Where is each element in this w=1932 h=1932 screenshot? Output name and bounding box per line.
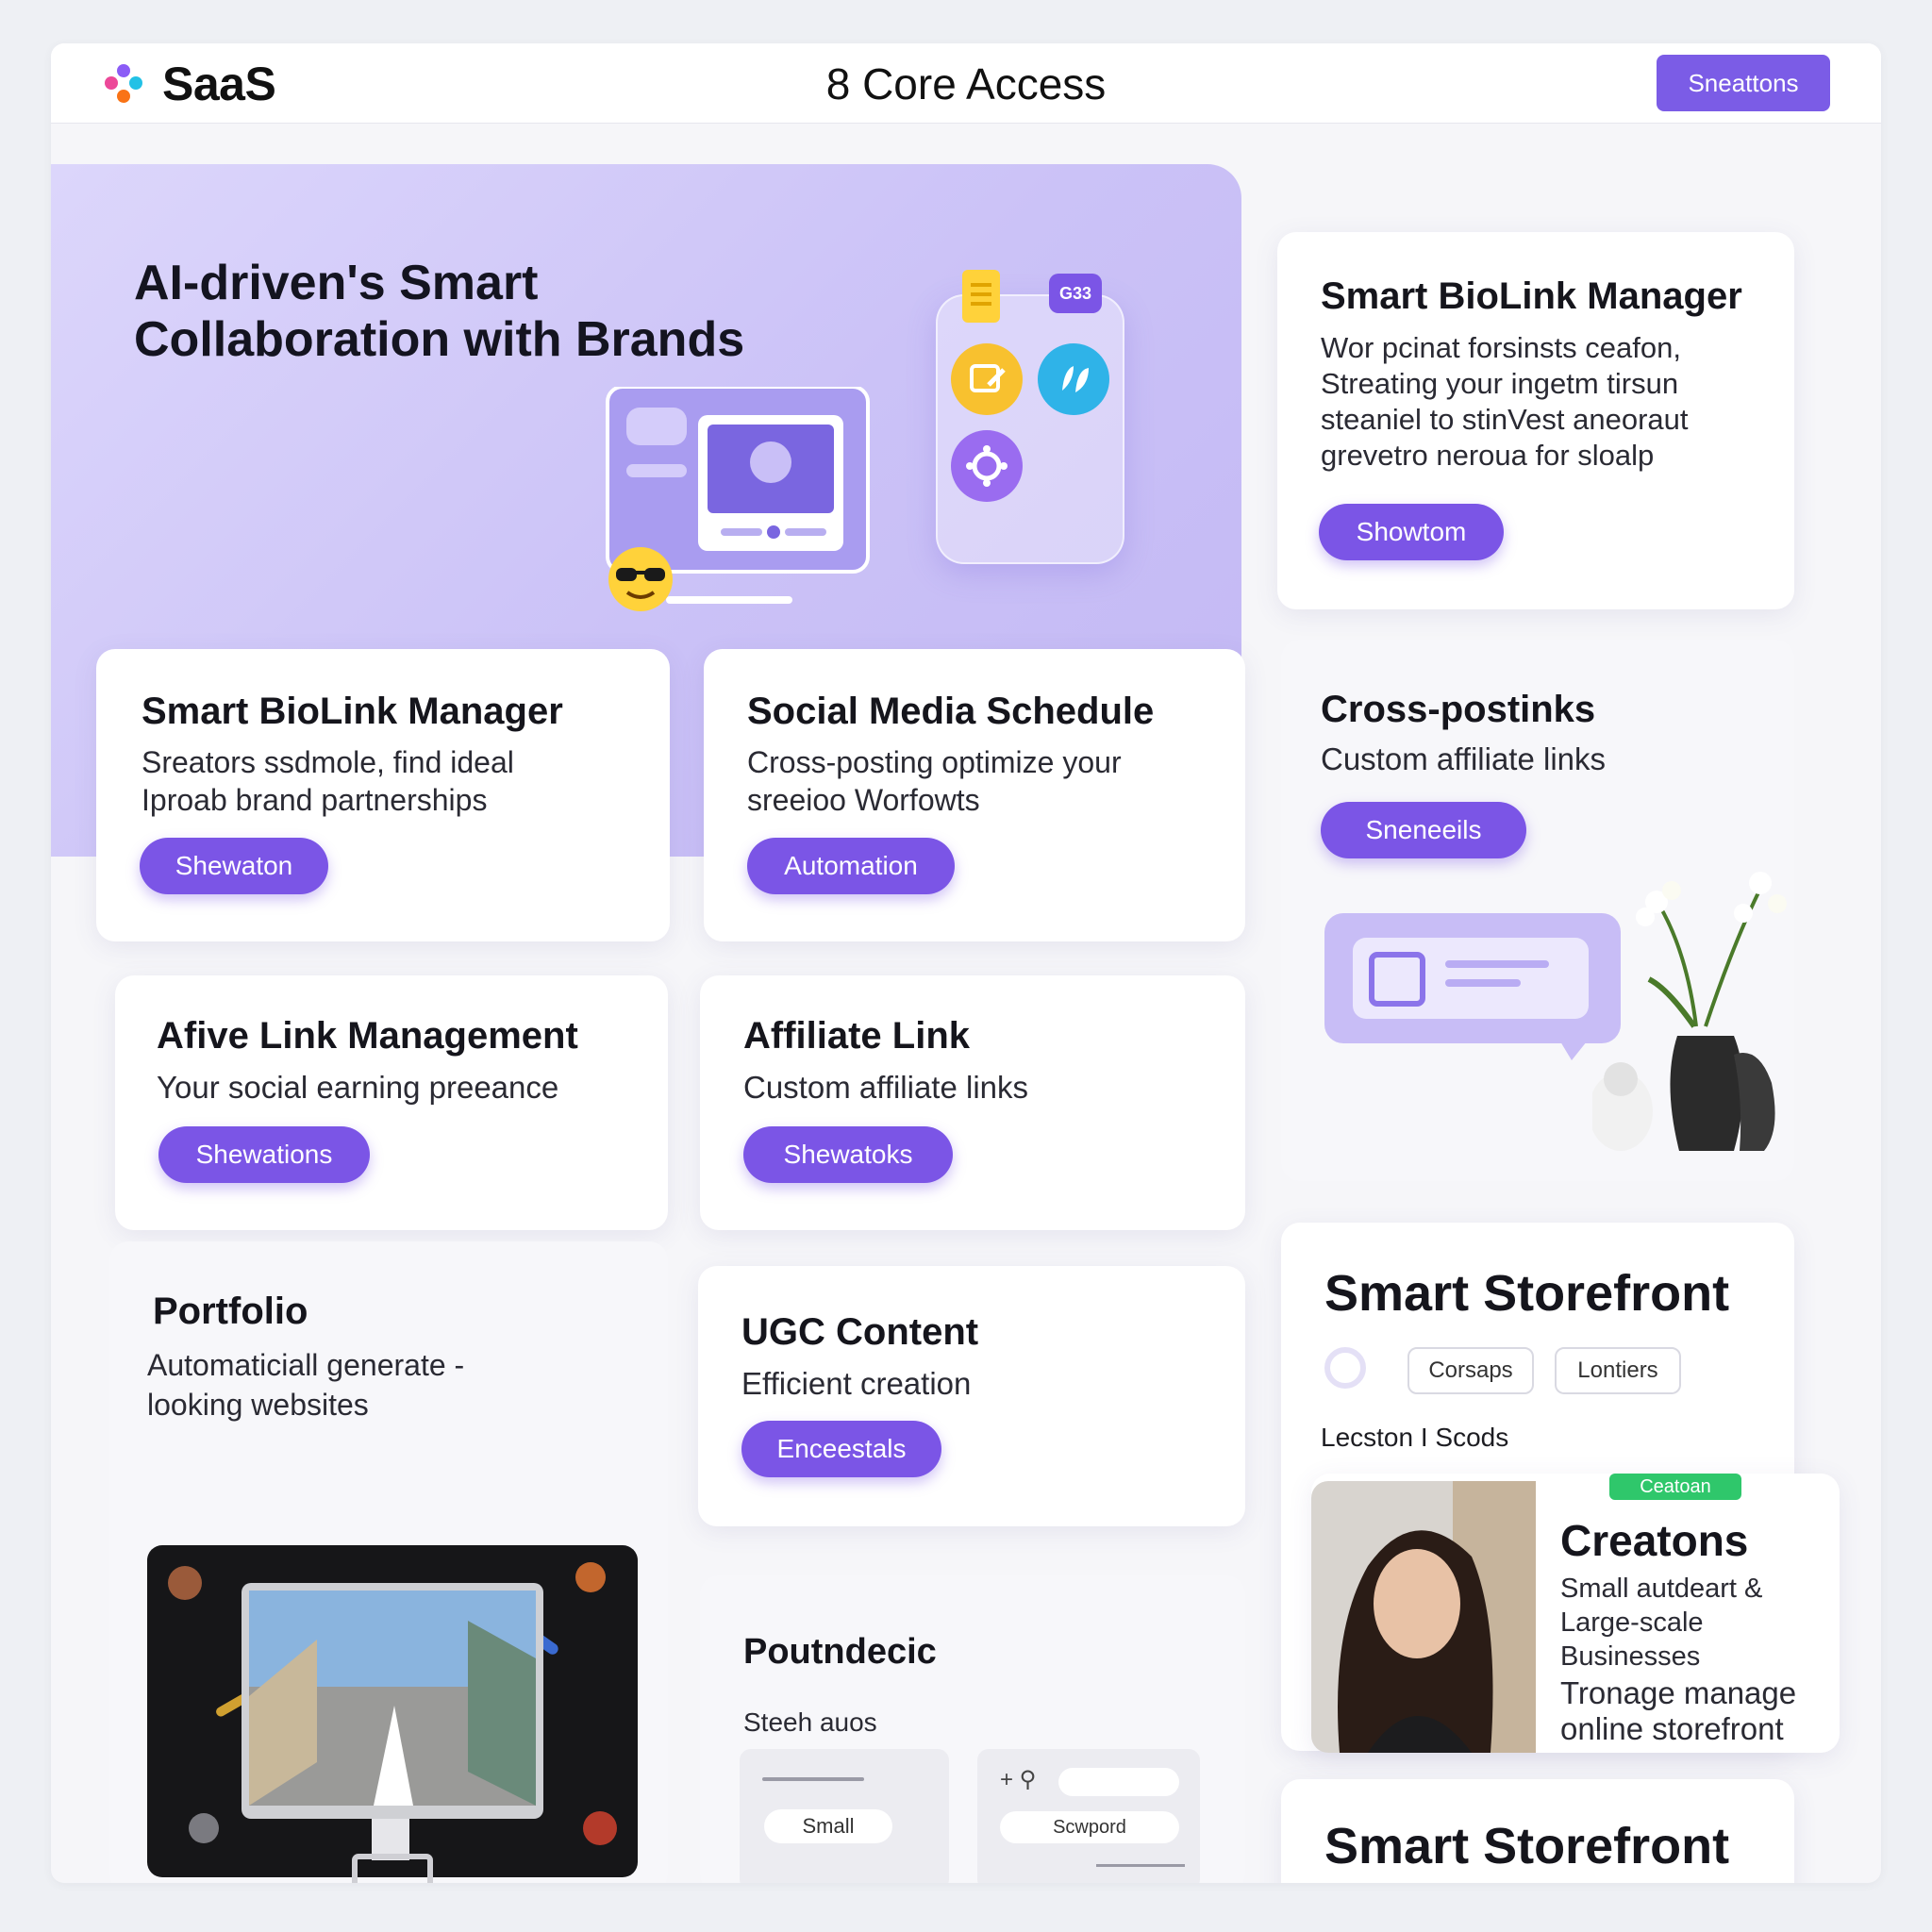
crosspost-card: Cross-postinks Custom affiliate links Sn… xyxy=(1281,640,1794,1181)
biolink-button[interactable]: Shewaton xyxy=(140,838,328,894)
add-icon[interactable]: + ⚲ xyxy=(1000,1766,1036,1793)
edit-icon xyxy=(951,343,1023,415)
affiliate-button[interactable]: Shewatoks xyxy=(743,1126,953,1183)
poutndecic-card: Poutndecic Steeh auos Small + ⚲ Scwpord xyxy=(700,1575,1245,1883)
section-label: Lecston I Scods xyxy=(1321,1423,1509,1452)
card-text: Custom affiliate links xyxy=(1321,741,1607,776)
storefront-bottom-card: Smart Storefront xyxy=(1281,1779,1794,1883)
afive-link-card: Afive Link Management Your social earnin… xyxy=(115,975,668,1230)
card-title: Afive Link Management xyxy=(157,1015,578,1057)
card-title: Smart BioLink Manager xyxy=(1321,275,1742,317)
card-title: Smart BioLink Manager xyxy=(142,691,563,732)
card-text: Your social earning preeance xyxy=(157,1070,559,1105)
creators-text: Small autdeart & Large-scale Businesses xyxy=(1560,1574,1763,1672)
chip-option[interactable]: Lontiers xyxy=(1555,1347,1681,1394)
card-text: Sreators ssdmole, find ideal Iproab bran… xyxy=(142,745,514,817)
card-title: UGC Content xyxy=(741,1311,979,1353)
ugc-card: UGC Content Efficient creation Enceestal… xyxy=(698,1266,1245,1526)
small-field[interactable]: Small xyxy=(764,1809,892,1843)
card-title: Poutndecic xyxy=(743,1632,937,1672)
slider-track-right[interactable] xyxy=(1096,1864,1185,1867)
leaf-icon xyxy=(1038,343,1109,415)
creators-title: Creatons xyxy=(1560,1516,1749,1565)
document-icon xyxy=(962,270,1000,323)
automation-button[interactable]: Automation xyxy=(747,838,955,894)
biolink-top-button[interactable]: Showtom xyxy=(1319,504,1504,560)
sunglasses-emoji-icon xyxy=(608,547,673,611)
afive-link-button[interactable]: Shewations xyxy=(158,1126,370,1183)
creators-subtext: Tronage manage online storefront xyxy=(1560,1675,1797,1746)
biolink-card: Smart BioLink Manager Sreators ssdmole, … xyxy=(96,649,670,941)
card-text: Automaticiall generate -looking websites xyxy=(147,1348,465,1422)
orchid-vase-illustration-icon xyxy=(1592,872,1787,1151)
social-schedule-card: Social Media Schedule Cross-posting opti… xyxy=(704,649,1245,941)
creator-portrait-photo xyxy=(1311,1481,1536,1753)
card-text: Wor pcinat forsinsts ceafon, Streating y… xyxy=(1321,331,1689,472)
affiliate-card: Affiliate Link Custom affiliate links Sh… xyxy=(700,975,1245,1230)
card-subtitle: Steeh auos xyxy=(743,1707,877,1737)
slider-track[interactable] xyxy=(762,1777,864,1781)
radio-icon[interactable] xyxy=(1324,1347,1366,1389)
portfolio-card: Portfolio Automaticiall generate -lookin… xyxy=(109,1241,668,1883)
hero-title: AI-driven's Smart Collaboration with Bra… xyxy=(134,256,745,367)
card-title: Social Media Schedule xyxy=(747,691,1155,732)
card-title: Smart Storefront xyxy=(1324,1265,1730,1322)
toggle-field[interactable] xyxy=(1058,1768,1179,1796)
top-bar: SaaS 8 Core Access Sneattons xyxy=(51,43,1881,124)
ugc-button[interactable]: Enceestals xyxy=(741,1421,941,1477)
header-action-button[interactable]: Sneattons xyxy=(1657,55,1830,111)
password-field[interactable]: Scwpord xyxy=(1000,1811,1179,1843)
crosspost-button[interactable]: Sneneeils xyxy=(1321,802,1526,858)
chip-option[interactable]: Corsaps xyxy=(1407,1347,1534,1394)
chat-bubble-illustration-icon xyxy=(1324,913,1621,1060)
badge-counter: G33 xyxy=(1049,274,1102,313)
card-text: Efficient creation xyxy=(741,1366,972,1401)
card-title: Cross-postinks xyxy=(1321,689,1596,730)
card-title: Portfolio xyxy=(153,1291,308,1332)
page-title: 8 Core Access xyxy=(825,59,1107,108)
app-window: SaaS 8 Core Access Sneattons AI-driven's… xyxy=(51,43,1881,1883)
card-text: Custom affiliate links xyxy=(743,1070,1029,1105)
biolink-top-card: Smart BioLink Manager Wor pcinat forsins… xyxy=(1277,232,1794,609)
creators-badge: Ceatoan xyxy=(1609,1474,1741,1500)
card-title: Smart Storefront xyxy=(1324,1818,1730,1874)
creators-card: Ceatoan Creatons Small autdeart & Large-… xyxy=(1311,1474,1840,1753)
settings-gear-icon xyxy=(951,430,1023,502)
card-text: Cross-posting optimize your sreeioo Worf… xyxy=(747,745,1122,817)
card-title: Affiliate Link xyxy=(743,1015,971,1057)
desk-monitor-photo xyxy=(147,1545,638,1883)
